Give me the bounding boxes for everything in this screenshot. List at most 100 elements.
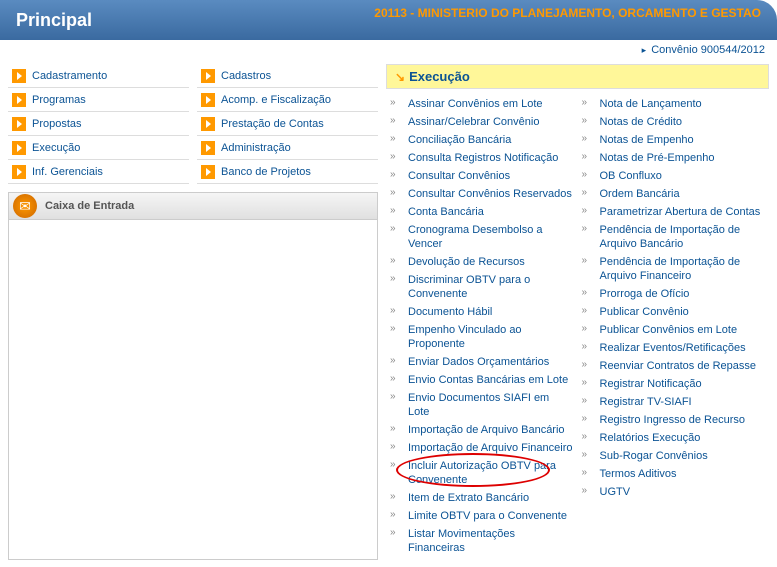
menu-item-pendencia-de-importacao-de-arq[interactable]: » Pendência de Importação de Arquivo Fina… — [582, 253, 766, 285]
arrow-icon — [12, 69, 26, 83]
menu-item-parametrizar-abertura-de-conta[interactable]: »Parametrizar Abertura de Contas — [582, 203, 766, 221]
menu-item-listar-movimentacoes-financeir[interactable]: »Listar Movimentações Financeiras — [390, 525, 574, 557]
arrow-icon — [12, 165, 26, 179]
menu-item-relatorios-execucao[interactable]: »Relatórios Execução — [582, 429, 766, 447]
menu-item-sub-rogar-convenios[interactable]: »Sub-Rogar Convênios — [582, 447, 766, 465]
menu-item-label: Sub-Rogar Convênios — [600, 449, 708, 463]
nav-item-propostas[interactable]: Propostas — [8, 112, 189, 136]
nav-item-cadastramento[interactable]: Cadastramento — [8, 64, 189, 88]
breadcrumb-link[interactable]: Convênio 900544/2012 — [651, 44, 765, 56]
menu-item-discriminar-obtv-para-o-conven[interactable]: » Discriminar OBTV para o Convenente — [390, 271, 574, 303]
menu-item-nota-de-lancamento[interactable]: »Nota de Lançamento — [582, 95, 766, 113]
menu-item-incluir-autorizacao-obtv-para-[interactable]: »Incluir Autorização OBTV para Convenent… — [390, 457, 574, 489]
menu-item-registrar-notificacao[interactable]: »Registrar Notificação — [582, 375, 766, 393]
menu-item-reenviar-contratos-de-repasse[interactable]: »Reenviar Contratos de Repasse — [582, 357, 766, 375]
nav-item-label: Inf. Gerenciais — [32, 166, 103, 178]
menu-item-label: Registrar TV-SIAFI — [600, 395, 692, 409]
menu-item-notas-de-pre-empenho[interactable]: »Notas de Pré-Empenho — [582, 149, 766, 167]
menu-item-label: Notas de Empenho — [600, 133, 694, 147]
nav-item-label: Prestação de Contas — [221, 118, 324, 130]
menu-item-label: OB Confluxo — [600, 169, 662, 183]
chevron-double-icon: » — [582, 305, 594, 316]
menu-item-conta-bancaria[interactable]: »Conta Bancária — [390, 203, 574, 221]
menu-item-label: Prorroga de Ofício — [600, 287, 690, 301]
menu-item-publicar-convenio[interactable]: »Publicar Convênio — [582, 303, 766, 321]
menu-item-label: Discriminar OBTV para o Convenente — [408, 273, 574, 301]
nav-item-administracao[interactable]: Administração — [197, 136, 378, 160]
nav-item-inf-gerenciais[interactable]: Inf. Gerenciais — [8, 160, 189, 184]
menu-item-label: Item de Extrato Bancário — [408, 491, 529, 505]
menu-item-label: Devolução de Recursos — [408, 255, 525, 269]
menu-item-consultar-convenios[interactable]: »Consultar Convênios — [390, 167, 574, 185]
chevron-double-icon: » — [390, 273, 402, 284]
chevron-double-icon: » — [390, 255, 402, 266]
arrow-icon — [201, 141, 215, 155]
menu-item-conciliacao-bancaria[interactable]: »Conciliação Bancária — [390, 131, 574, 149]
menu-item-ugtv[interactable]: »UGTV — [582, 483, 766, 501]
menu-item-label: Notas de Crédito — [600, 115, 683, 129]
chevron-double-icon: » — [582, 323, 594, 334]
menu-item-publicar-convenios-em-lote[interactable]: »Publicar Convênios em Lote — [582, 321, 766, 339]
breadcrumb: ▸ Convênio 900544/2012 — [0, 40, 777, 60]
menu-item-label: Registrar Notificação — [600, 377, 702, 391]
section-arrow-icon: ↘ — [395, 70, 405, 84]
menu-item-label: Envio Contas Bancárias em Lote — [408, 373, 568, 387]
menu-item-label: Relatórios Execução — [600, 431, 701, 445]
menu-item-notas-de-empenho[interactable]: »Notas de Empenho — [582, 131, 766, 149]
nav-item-acomp-e-fiscalizacao[interactable]: Acomp. e Fiscalização — [197, 88, 378, 112]
menu-item-registro-ingresso-de-recurso[interactable]: »Registro Ingresso de Recurso — [582, 411, 766, 429]
chevron-double-icon: » — [582, 255, 594, 266]
menu-item-realizar-eventosretificacoes[interactable]: »Realizar Eventos/Retificações — [582, 339, 766, 357]
nav-item-label: Cadastros — [221, 70, 271, 82]
menu-item-empenho-vinculado-ao-proponent[interactable]: »Empenho Vinculado ao Proponente — [390, 321, 574, 353]
menu-item-devolucao-de-recursos[interactable]: » Devolução de Recursos — [390, 253, 574, 271]
menu-item-prorroga-de-oficio[interactable]: »Prorroga de Ofício — [582, 285, 766, 303]
menu-item-notas-de-credito[interactable]: » Notas de Crédito — [582, 113, 766, 131]
menu-item-cronograma-desembolso-a-vencer[interactable]: »Cronograma Desembolso a Vencer — [390, 221, 574, 253]
chevron-double-icon: » — [582, 169, 594, 180]
nav-item-label: Acomp. e Fiscalização — [221, 94, 331, 106]
nav-item-programas[interactable]: Programas — [8, 88, 189, 112]
chevron-double-icon: » — [390, 223, 402, 234]
nav-item-label: Propostas — [32, 118, 82, 130]
menu-item-label: Pendência de Importação de Arquivo Finan… — [600, 255, 766, 283]
menu-item-importacao-de-arquivo-bancario[interactable]: »Importação de Arquivo Bancário — [390, 421, 574, 439]
menu-item-importacao-de-arquivo-financei[interactable]: »Importação de Arquivo Financeiro — [390, 439, 574, 457]
menu-item-label: Consultar Convênios — [408, 169, 510, 183]
menu-item-label: Termos Aditivos — [600, 467, 677, 481]
menu-item-enviar-dados-orcamentarios[interactable]: »Enviar Dados Orçamentários — [390, 353, 574, 371]
menu-item-ob-confluxo[interactable]: » OB Confluxo — [582, 167, 766, 185]
arrow-icon — [201, 69, 215, 83]
chevron-double-icon: » — [390, 305, 402, 316]
menu-item-consulta-registros-notificacao[interactable]: »Consulta Registros Notificação — [390, 149, 574, 167]
menu-item-label: Documento Hábil — [408, 305, 492, 319]
arrow-icon — [12, 117, 26, 131]
chevron-double-icon: » — [390, 491, 402, 502]
menu-item-pendencia-de-importacao-de-arq[interactable]: »Pendência de Importação de Arquivo Banc… — [582, 221, 766, 253]
nav-item-execucao[interactable]: Execução — [8, 136, 189, 160]
nav-item-prestacao-de-contas[interactable]: Prestação de Contas — [197, 112, 378, 136]
nav-item-banco-de-projetos[interactable]: Banco de Projetos — [197, 160, 378, 184]
menu-item-label: Realizar Eventos/Retificações — [600, 341, 746, 355]
menu-item-assinar-convenios-em-lote[interactable]: »Assinar Convênios em Lote — [390, 95, 574, 113]
menu-item-documento-habil[interactable]: » Documento Hábil — [390, 303, 574, 321]
menu-item-item-de-extrato-bancario[interactable]: » Item de Extrato Bancário — [390, 489, 574, 507]
menu-item-envio-documentos-siafi-em-lote[interactable]: »Envio Documentos SIAFI em Lote — [390, 389, 574, 421]
inbox-body[interactable] — [8, 220, 378, 560]
chevron-double-icon: » — [582, 115, 594, 126]
menu-item-label: Notas de Pré-Empenho — [600, 151, 715, 165]
menu-item-limite-obtv-para-o-convenente[interactable]: »Limite OBTV para o Convenente — [390, 507, 574, 525]
menu-item-label: UGTV — [600, 485, 631, 499]
menu-item-registrar-tv-siafi[interactable]: »Registrar TV-SIAFI — [582, 393, 766, 411]
menu-item-consultar-convenios-reservados[interactable]: »Consultar Convênios Reservados — [390, 185, 574, 203]
section-title: Execução — [409, 69, 470, 84]
nav-item-cadastros[interactable]: Cadastros — [197, 64, 378, 88]
menu-item-label: Consulta Registros Notificação — [408, 151, 558, 165]
menu-item-label: Envio Documentos SIAFI em Lote — [408, 391, 574, 419]
menu-item-assinarcelebrar-convenio[interactable]: »Assinar/Celebrar Convênio — [390, 113, 574, 131]
chevron-double-icon: » — [582, 187, 594, 198]
menu-item-ordem-bancaria[interactable]: »Ordem Bancária — [582, 185, 766, 203]
content-area: CadastramentoProgramas Propostas Execução I… — [0, 60, 777, 567]
menu-item-termos-aditivos[interactable]: »Termos Aditivos — [582, 465, 766, 483]
menu-item-envio-contas-bancarias-em-lote[interactable]: »Envio Contas Bancárias em Lote — [390, 371, 574, 389]
